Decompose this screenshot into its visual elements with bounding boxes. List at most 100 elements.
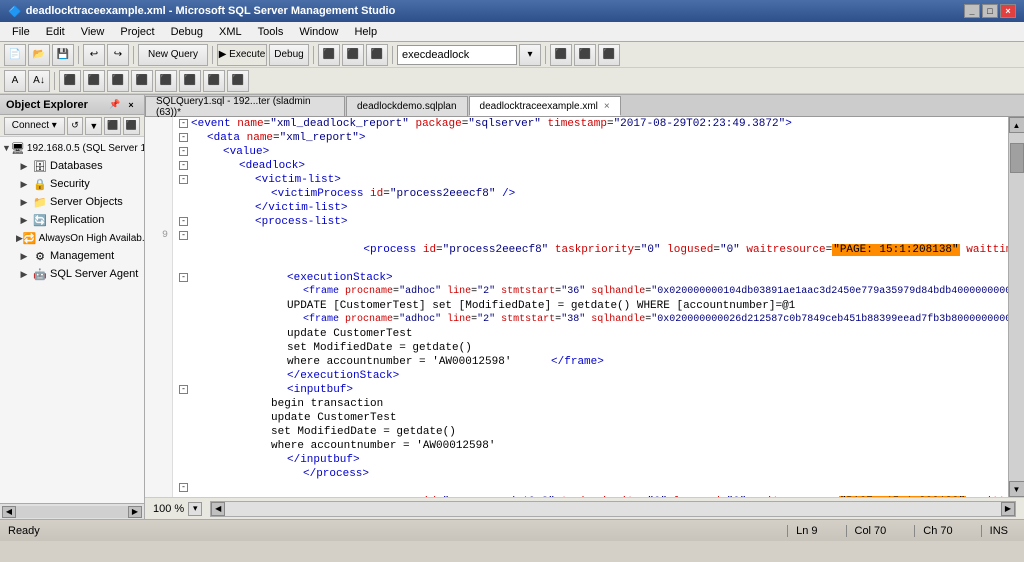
h-scroll-right[interactable]: ▶ [1001, 502, 1015, 516]
tbtn-3[interactable]: ⬛ [59, 70, 81, 92]
tree-item-server-objects[interactable]: ▶ 📁 Server Objects [0, 193, 144, 211]
zoom-dropdown[interactable]: ▾ [188, 502, 202, 516]
scroll-thumb[interactable] [1010, 143, 1024, 173]
expand-icon-server-objects[interactable]: ▶ [16, 194, 32, 210]
ln-22 [145, 411, 168, 425]
tbtn-4[interactable]: ⬛ [83, 70, 105, 92]
oe-filter-btn[interactable]: ▼ [85, 117, 102, 135]
tbtn-9[interactable]: ⬛ [203, 70, 225, 92]
menu-edit[interactable]: Edit [38, 22, 73, 42]
execute-btn[interactable]: ▶ Execute [217, 44, 267, 66]
tbtn-8[interactable]: ⬛ [179, 70, 201, 92]
tbtn-2[interactable]: A↓ [28, 70, 50, 92]
code-row-4: - <deadlock> [177, 159, 1008, 173]
menu-tools[interactable]: Tools [250, 22, 292, 42]
collapse-18[interactable]: - [179, 385, 188, 394]
open-btn[interactable]: 📂 [28, 44, 50, 66]
new-query-btn[interactable]: New Query [138, 44, 208, 66]
collapse-10[interactable]: - [179, 273, 188, 282]
expand-icon-alwayson[interactable]: ▶ [16, 230, 23, 246]
status-ch: Ch 70 [914, 525, 960, 537]
tbtn-7[interactable]: ⬛ [155, 70, 177, 92]
tab-xml-close[interactable]: × [604, 101, 610, 112]
expand-icon-replication[interactable]: ▶ [16, 212, 32, 228]
menu-view[interactable]: View [73, 22, 113, 42]
save-btn[interactable]: 💾 [52, 44, 74, 66]
scroll-track[interactable] [1009, 133, 1024, 481]
tbtn-6[interactable]: ⬛ [131, 70, 153, 92]
oe-refresh-btn[interactable]: ↺ [67, 117, 84, 135]
tbtn-5[interactable]: ⬛ [107, 70, 129, 92]
tab-sqlplan[interactable]: deadlockdemo.sqlplan [346, 96, 468, 116]
collapse-1[interactable]: - [179, 119, 188, 128]
pin-button[interactable]: 📌 [108, 98, 122, 112]
collapse-9[interactable]: - [179, 231, 188, 240]
menu-xml[interactable]: XML [211, 22, 250, 42]
oe-scroll-left[interactable]: ◀ [2, 506, 16, 518]
oe-scroll-right[interactable]: ▶ [128, 506, 142, 518]
tree-item-server[interactable]: ▼ 🖥 192.168.0.5 (SQL Server 11...) [0, 139, 144, 157]
menu-help[interactable]: Help [346, 22, 385, 42]
oe-report-btn[interactable]: ⬛ [123, 117, 140, 135]
collapse-25[interactable]: - [179, 483, 188, 492]
btn-f[interactable]: ⬛ [598, 44, 620, 66]
redo-btn[interactable]: ↪ [107, 44, 129, 66]
collapse-3[interactable]: - [179, 147, 188, 156]
tree-item-agent[interactable]: ▶ 🤖 SQL Server Agent [0, 265, 144, 283]
code-row-13: <frame procname="adhoc" line="2" stmtsta… [177, 313, 1008, 327]
panel-close-btn[interactable]: × [124, 98, 138, 112]
tree-item-replication[interactable]: ▶ 🔄 Replication [0, 211, 144, 229]
new-file-btn[interactable]: 📄 [4, 44, 26, 66]
menu-window[interactable]: Window [291, 22, 346, 42]
ln-7 [145, 201, 168, 215]
collapse-4[interactable]: - [179, 161, 188, 170]
tree-item-security[interactable]: ▶ 🔒 Security [0, 175, 144, 193]
tbtn-10[interactable]: ⬛ [227, 70, 249, 92]
debug-btn[interactable]: Debug [269, 44, 309, 66]
expand-col-8: - [177, 215, 191, 229]
code-row-3: - <value> [177, 145, 1008, 159]
btn-d[interactable]: ⬛ [550, 44, 572, 66]
expand-icon-databases[interactable]: ▶ [16, 158, 32, 174]
minimize-button[interactable]: _ [964, 4, 980, 18]
code-line-8: <process-list> [191, 215, 347, 229]
connect-btn[interactable]: Connect ▾ [4, 117, 65, 135]
collapse-2[interactable]: - [179, 133, 188, 142]
status-ready: Ready [8, 525, 767, 537]
collapse-5[interactable]: - [179, 175, 188, 184]
expand-icon-security[interactable]: ▶ [16, 176, 32, 192]
scroll-up-btn[interactable]: ▲ [1009, 117, 1024, 133]
tab-sqlquery[interactable]: SQLQuery1.sql - 192...ter (sladmin (63))… [145, 96, 345, 116]
btn-c[interactable]: ⬛ [366, 44, 388, 66]
expand-icon-agent[interactable]: ▶ [16, 266, 32, 282]
status-col: Col 70 [846, 525, 895, 537]
btn-a[interactable]: ⬛ [318, 44, 340, 66]
h-scroll-left[interactable]: ◀ [211, 502, 225, 516]
btn-b[interactable]: ⬛ [342, 44, 364, 66]
editor-inner[interactable]: 9 [145, 117, 1008, 497]
undo-btn[interactable]: ↩ [83, 44, 105, 66]
sep7 [54, 72, 55, 90]
h-scrollbar[interactable]: ◀ ▶ [210, 501, 1016, 517]
menu-project[interactable]: Project [112, 22, 162, 42]
exec-combo[interactable] [397, 45, 517, 65]
scroll-down-btn[interactable]: ▼ [1009, 481, 1024, 497]
oe-new-btn[interactable]: ⬛ [104, 117, 121, 135]
oe-scrollbar[interactable]: ◀ ▶ [0, 503, 144, 519]
tbtn-1[interactable]: A [4, 70, 26, 92]
title-bar-controls[interactable]: _ □ × [964, 4, 1016, 18]
tree-item-alwayson[interactable]: ▶ 🔁 AlwaysOn High Availab... [0, 229, 144, 247]
collapse-8[interactable]: - [179, 217, 188, 226]
expand-icon-server[interactable]: ▼ [2, 140, 11, 156]
tree-item-databases[interactable]: ▶ 🗄 Databases [0, 157, 144, 175]
combo-drop[interactable]: ▾ [519, 44, 541, 66]
btn-e[interactable]: ⬛ [574, 44, 596, 66]
close-button[interactable]: × [1000, 4, 1016, 18]
menu-debug[interactable]: Debug [163, 22, 211, 42]
expand-icon-management[interactable]: ▶ [16, 248, 32, 264]
tree-item-management[interactable]: ▶ ⚙ Management [0, 247, 144, 265]
code-body[interactable]: - <event name="xml_deadlock_report" pack… [173, 117, 1008, 497]
tab-xml[interactable]: deadlocktraceexample.xml × [469, 96, 621, 116]
maximize-button[interactable]: □ [982, 4, 998, 18]
menu-file[interactable]: File [4, 22, 38, 42]
